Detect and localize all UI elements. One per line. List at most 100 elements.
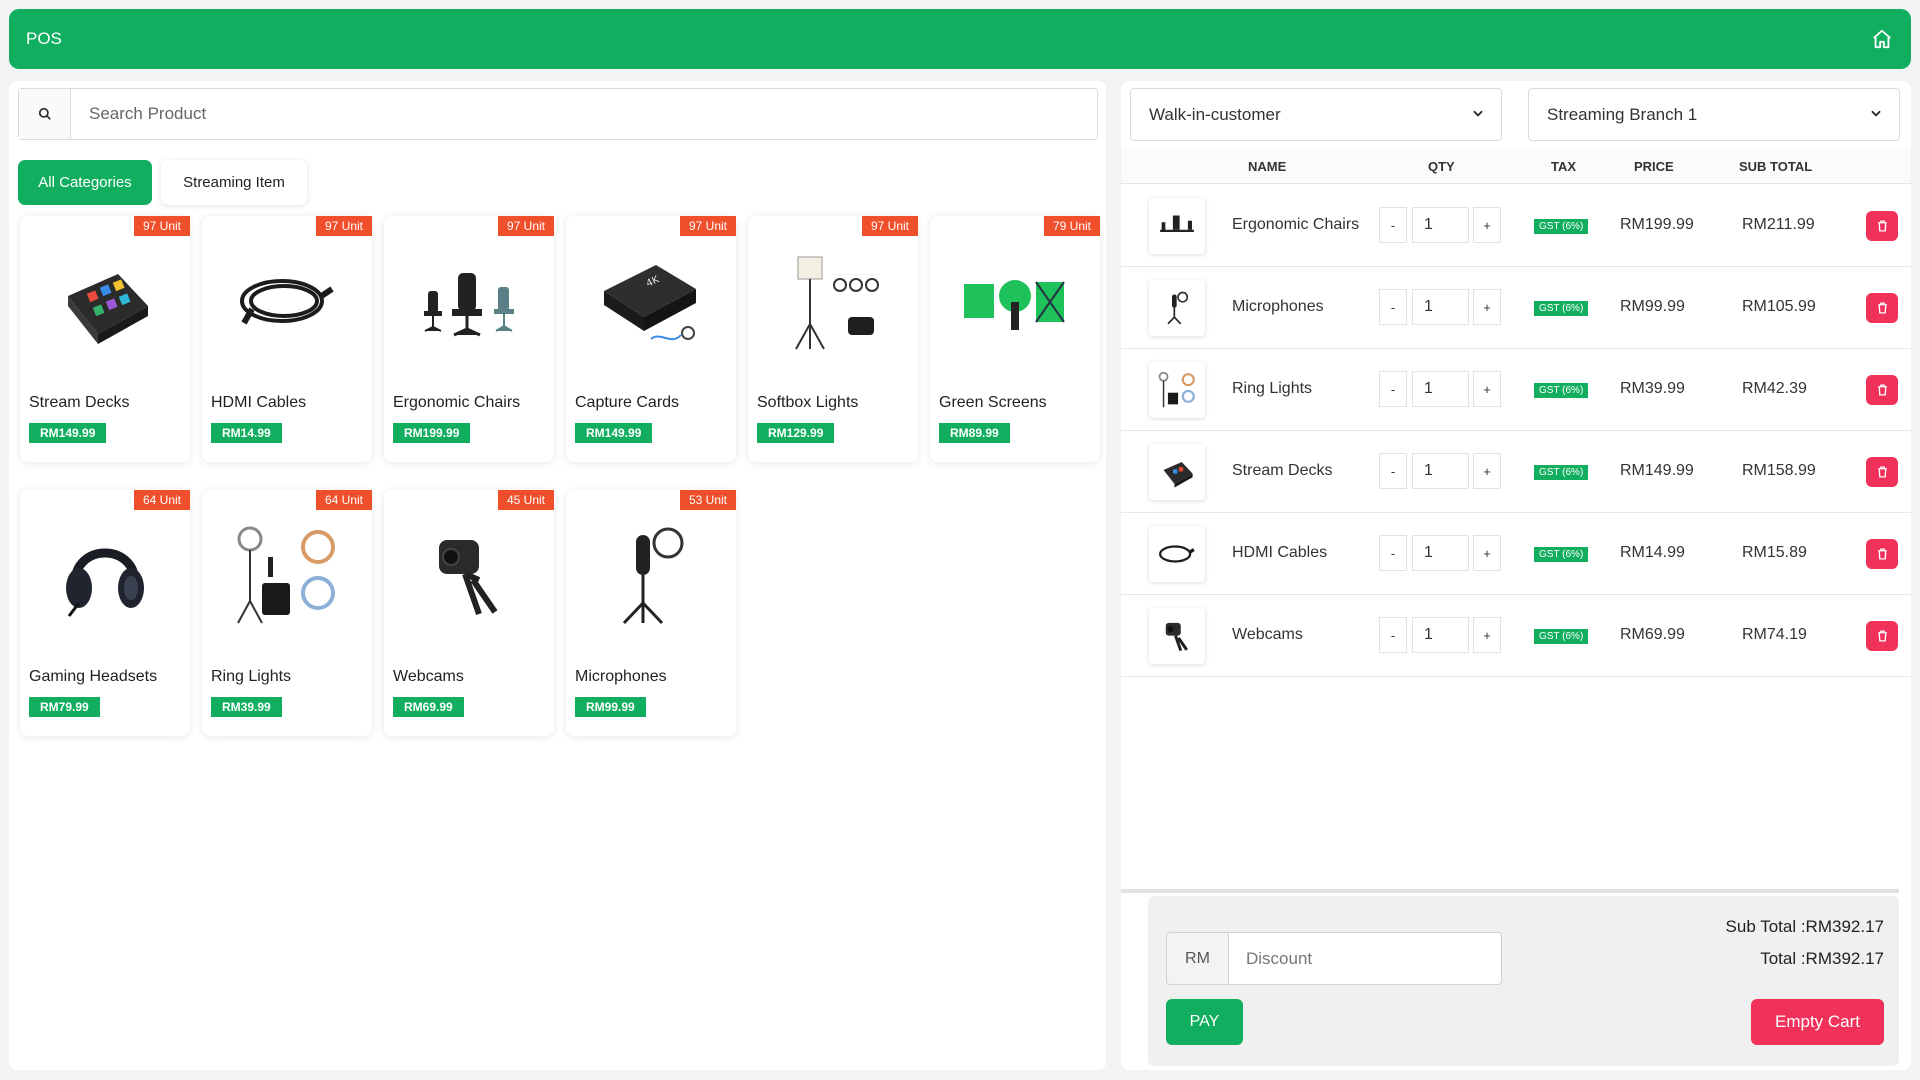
trash-icon [1877, 548, 1887, 560]
product-card-stream-decks[interactable]: 97 Unit Stream Decks RM149.99 [20, 216, 190, 462]
discount-input[interactable] [1228, 932, 1502, 985]
delete-item-button[interactable] [1866, 375, 1898, 405]
delete-item-button[interactable] [1866, 211, 1898, 241]
home-icon[interactable] [1869, 26, 1895, 52]
qty-input[interactable]: 1 [1412, 371, 1469, 407]
cart-item-name: HDMI Cables [1232, 544, 1328, 561]
qty-increment-button[interactable]: + [1473, 617, 1501, 653]
qty-increment-button[interactable]: + [1473, 453, 1501, 489]
cart-item-price: RM39.99 [1620, 380, 1685, 397]
stock-badge: 97 Unit [133, 216, 190, 236]
header-qty: QTY [1428, 159, 1455, 174]
branch-select[interactable]: Streaming Branch 1 [1528, 88, 1900, 141]
delete-item-button[interactable] [1866, 293, 1898, 323]
stream-deck-image [1149, 444, 1205, 500]
qty-input[interactable]: 1 [1412, 453, 1469, 489]
trash-icon [1877, 630, 1887, 642]
customer-select-value: Walk-in-customer [1149, 104, 1281, 124]
delete-item-button[interactable] [1866, 457, 1898, 487]
category-all[interactable]: All Categories [18, 160, 152, 205]
product-price: RM149.99 [575, 423, 653, 443]
tax-badge: GST (6%) [1534, 629, 1589, 644]
app-title: POS [26, 29, 62, 48]
delete-item-button[interactable] [1866, 539, 1898, 569]
qty-decrement-button[interactable]: - [1379, 617, 1407, 653]
search-input[interactable] [71, 89, 1097, 139]
product-card-microphones[interactable]: 53 Unit Microphones RM99.99 [566, 490, 736, 736]
cart-item-price: RM199.99 [1620, 216, 1694, 233]
product-card-webcams[interactable]: 45 Unit Webcams RM69.99 [384, 490, 554, 736]
product-card-hdmi-cables[interactable]: 97 Unit HDMI Cables RM14.99 [202, 216, 372, 462]
stock-badge: 64 Unit [315, 490, 372, 510]
softbox-image [768, 246, 898, 356]
chair-image [1149, 198, 1205, 254]
cart-item-name: Stream Decks [1232, 462, 1333, 479]
qty-decrement-button[interactable]: - [1379, 289, 1407, 325]
qty-increment-button[interactable]: + [1473, 207, 1501, 243]
qty-increment-button[interactable]: + [1473, 535, 1501, 571]
hdmi-cable-image [1149, 526, 1205, 582]
ring-light-image [222, 520, 352, 630]
product-price: RM14.99 [211, 423, 282, 443]
qty-increment-button[interactable]: + [1473, 289, 1501, 325]
cart-row: Webcams - 1 + GST (6%) RM69.99 RM74.19 [1121, 595, 1911, 677]
qty-input[interactable]: 1 [1412, 207, 1469, 243]
customer-select[interactable]: Walk-in-customer [1130, 88, 1502, 141]
qty-decrement-button[interactable]: - [1379, 371, 1407, 407]
product-name: Softbox Lights [757, 394, 859, 411]
product-card-capture-cards[interactable]: 97 Unit 4K Capture Cards RM149.99 [566, 216, 736, 462]
qty-input[interactable]: 1 [1412, 617, 1469, 653]
headset-image [40, 520, 170, 630]
product-card-ring-lights[interactable]: 64 Unit Ring Lights RM39.99 [202, 490, 372, 736]
tax-badge: GST (6%) [1534, 547, 1589, 562]
cart-item-price: RM69.99 [1620, 626, 1685, 643]
cart-item-subtotal: RM158.99 [1742, 462, 1816, 479]
product-card-green-screens[interactable]: 79 Unit Green Screens RM89.99 [930, 216, 1100, 462]
search-icon[interactable] [19, 89, 71, 139]
cart-row: Microphones - 1 + GST (6%) RM99.99 RM105… [1121, 267, 1911, 349]
product-card-softbox-lights[interactable]: 97 Unit Softbox Lights RM129.99 [748, 216, 918, 462]
delete-item-button[interactable] [1866, 621, 1898, 651]
cart-panel: Walk-in-customer Streaming Branch 1 NAME… [1121, 81, 1911, 1070]
cart-item-subtotal: RM42.39 [1742, 380, 1807, 397]
cart-item-price: RM14.99 [1620, 544, 1685, 561]
totals: Sub Total :RM392.17 Total :RM392.17 [1726, 911, 1884, 975]
header-subtotal: SUB TOTAL [1739, 159, 1813, 174]
header-tax: TAX [1551, 159, 1577, 174]
qty-input[interactable]: 1 [1412, 289, 1469, 325]
product-name: Gaming Headsets [29, 668, 158, 685]
product-card-gaming-headsets[interactable]: 64 Unit Gaming Headsets RM79.99 [20, 490, 190, 736]
product-name: HDMI Cables [211, 394, 307, 411]
trash-icon [1877, 302, 1887, 314]
stream-deck-image [40, 246, 170, 356]
product-price: RM199.99 [393, 423, 471, 443]
product-price: RM79.99 [29, 697, 100, 717]
product-panel: All Categories Streaming Item 97 Unit [9, 81, 1106, 1070]
pay-button[interactable]: PAY [1166, 999, 1243, 1045]
qty-decrement-button[interactable]: - [1379, 535, 1407, 571]
cart-item-subtotal: RM105.99 [1742, 298, 1816, 315]
qty-input[interactable]: 1 [1412, 535, 1469, 571]
qty-decrement-button[interactable]: - [1379, 453, 1407, 489]
trash-icon [1877, 220, 1887, 232]
product-card-ergonomic-chairs[interactable]: 97 Unit Ergonomic Chairs RM199.99 [384, 216, 554, 462]
branch-select-value: Streaming Branch 1 [1547, 104, 1698, 124]
ring-light-image [1149, 362, 1205, 418]
qty-decrement-button[interactable]: - [1379, 207, 1407, 243]
trash-icon [1877, 466, 1887, 478]
stock-badge: 97 Unit [497, 216, 554, 236]
empty-cart-button[interactable]: Empty Cart [1751, 999, 1884, 1045]
chevron-down-icon [1471, 105, 1485, 125]
cart-item-name: Ergonomic Chairs [1232, 216, 1360, 233]
total-text: Total :RM392.17 [1760, 949, 1884, 968]
capture-card-image: 4K [586, 246, 716, 356]
cart-item-price: RM149.99 [1620, 462, 1694, 479]
category-streaming-item[interactable]: Streaming Item [161, 160, 307, 205]
microphone-image [1149, 280, 1205, 336]
product-price: RM149.99 [29, 423, 107, 443]
tax-badge: GST (6%) [1534, 383, 1589, 398]
hdmi-cable-image [222, 246, 352, 356]
stock-badge: 64 Unit [133, 490, 190, 510]
qty-increment-button[interactable]: + [1473, 371, 1501, 407]
stock-badge: 53 Unit [679, 490, 736, 510]
